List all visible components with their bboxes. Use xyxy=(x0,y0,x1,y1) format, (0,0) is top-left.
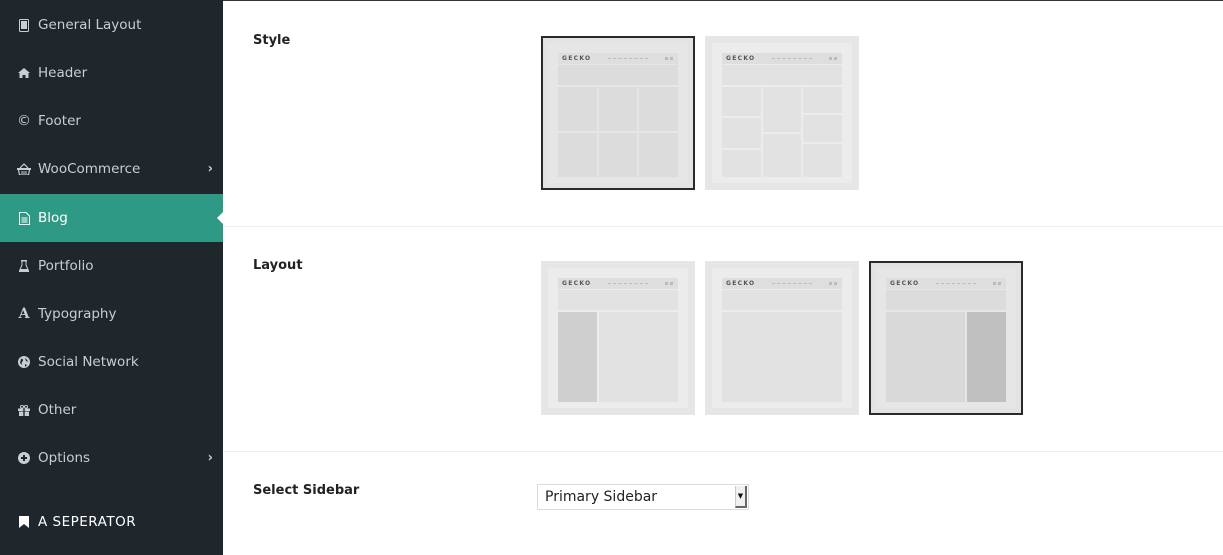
sidebar: General Layout Header © Footer WooCommer… xyxy=(0,0,223,555)
sidebar-item-label: Options xyxy=(38,450,91,466)
sidebar-item-footer[interactable]: © Footer xyxy=(0,97,223,145)
flask-icon xyxy=(17,260,31,272)
sidebar-item-header[interactable]: Header xyxy=(0,49,223,97)
style-option-grid[interactable]: GECKO xyxy=(541,36,695,190)
sidebar-item-label: Typography xyxy=(38,306,117,322)
thumb-logo: GECKO xyxy=(562,280,592,287)
chevron-right-icon: › xyxy=(207,161,213,177)
section-divider xyxy=(223,226,1223,227)
sidebar-item-label: Other xyxy=(38,402,77,418)
sidebar-item-social-network[interactable]: Social Network xyxy=(0,338,223,386)
sidebar-separator: A SEPERATOR xyxy=(0,502,223,542)
thumb-logo: GECKO xyxy=(726,55,756,62)
sidebar-item-label: Blog xyxy=(38,210,68,226)
sidebar-item-blog[interactable]: Blog xyxy=(0,194,223,242)
select-sidebar-label: Select Sidebar xyxy=(253,483,360,498)
sidebar-item-label: Portfolio xyxy=(38,258,94,274)
sidebar-select-value: Primary Sidebar xyxy=(545,489,658,505)
sidebar-item-label: WooCommerce xyxy=(38,161,141,177)
copyright-icon: © xyxy=(17,113,31,129)
document-icon xyxy=(17,211,31,225)
sidebar-item-label: Header xyxy=(38,65,88,81)
layout-option-no-sidebar[interactable]: GECKO xyxy=(705,261,859,415)
style-label: Style xyxy=(253,33,291,48)
layout-label: Layout xyxy=(253,258,303,273)
thumb-logo: GECKO xyxy=(890,280,920,287)
bookmark-icon xyxy=(17,516,31,528)
plus-circle-icon xyxy=(17,452,31,464)
globe-icon xyxy=(17,356,31,368)
separator-label: A SEPERATOR xyxy=(38,514,137,530)
sidebar-item-label: Footer xyxy=(38,113,81,129)
style-option-masonry[interactable]: GECKO xyxy=(705,36,859,190)
layout-option-left-sidebar[interactable]: GECKO xyxy=(541,261,695,415)
sidebar-item-woocommerce[interactable]: WooCommerce › xyxy=(0,145,223,193)
sidebar-item-label: Social Network xyxy=(38,354,139,370)
tablet-icon xyxy=(17,18,31,32)
section-divider xyxy=(223,451,1223,452)
chevron-right-icon: › xyxy=(207,450,213,466)
thumb-logo: GECKO xyxy=(562,55,592,62)
sidebar-item-general-layout[interactable]: General Layout xyxy=(0,1,223,49)
basket-icon xyxy=(17,163,31,175)
sidebar-item-portfolio[interactable]: Portfolio xyxy=(0,242,223,290)
font-icon: A xyxy=(18,306,30,322)
home-icon xyxy=(17,68,31,78)
thumb-logo: GECKO xyxy=(726,280,756,287)
main-panel: Style GECKO GECKO Layout GECKO GECKO GEC… xyxy=(223,1,1223,555)
dropdown-arrow-icon[interactable]: ▼ xyxy=(735,486,747,508)
sidebar-item-label: General Layout xyxy=(38,17,142,33)
sidebar-item-other[interactable]: Other xyxy=(0,386,223,434)
sidebar-select[interactable]: Primary Sidebar ▼ xyxy=(537,484,749,510)
gift-icon xyxy=(17,404,31,416)
sidebar-item-options[interactable]: Options › xyxy=(0,434,223,482)
layout-option-right-sidebar[interactable]: GECKO xyxy=(869,261,1023,415)
sidebar-item-typography[interactable]: A Typography xyxy=(0,290,223,338)
